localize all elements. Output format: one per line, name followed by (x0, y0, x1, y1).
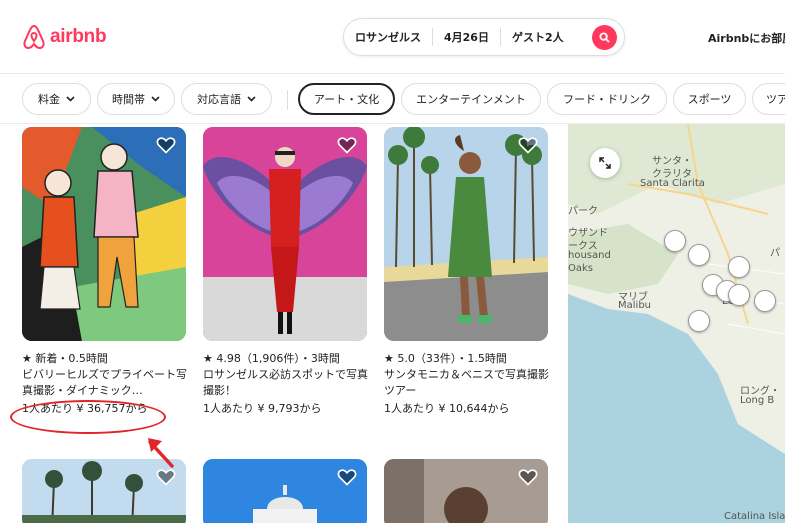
top-header: airbnb ロサンゼルス 4月26日 ゲスト2人 Airbnbにお部屋 (0, 0, 785, 74)
listing-photo[interactable] (384, 459, 548, 523)
search-guests[interactable]: ゲスト2人 (501, 29, 575, 45)
map-pin[interactable] (688, 310, 710, 332)
map-label: Catalina Isla (724, 511, 785, 522)
listing-photo[interactable] (203, 127, 367, 341)
listing-price: 1人あたり ¥ 10,644から (384, 402, 510, 415)
listing-photo[interactable] (203, 459, 367, 523)
filter-bar: 料金 時間帯 対応言語 アート・文化 エンターテインメント フード・ドリンク ス… (0, 74, 785, 124)
expand-map-button[interactable] (590, 148, 620, 178)
heart-icon[interactable] (337, 135, 357, 155)
price-filter-label: 料金 (38, 93, 60, 106)
category-label: スポーツ (687, 93, 732, 106)
listing-photo[interactable] (384, 127, 548, 341)
language-filter-label: 対応言語 (197, 93, 241, 106)
listing-info[interactable]: ★ 5.0（33件）・1.5時間 サンタモニカ＆ベニスで写真撮影ツアー 1人あた… (384, 351, 554, 417)
listing-rating: ★ 4.98（1,906件）・3時間 (203, 352, 340, 365)
map-label: Long B (740, 395, 775, 406)
listing-illustration (22, 127, 186, 341)
heart-icon[interactable] (518, 135, 538, 155)
heart-icon[interactable] (156, 135, 176, 155)
category-label: エンターテインメント (416, 93, 526, 106)
map-label: Malibu (618, 300, 651, 311)
listing-illustration (384, 127, 548, 341)
map-pin[interactable] (728, 256, 750, 278)
chevron-down-icon (66, 96, 75, 102)
map-label: housand (568, 250, 611, 261)
search-date[interactable]: 4月26日 (433, 29, 500, 45)
time-filter[interactable]: 時間帯 (97, 83, 175, 115)
listing-rating: ★ 5.0（33件）・1.5時間 (384, 352, 507, 365)
listing-illustration (203, 127, 367, 341)
heart-icon[interactable] (337, 467, 357, 487)
search-bar[interactable]: ロサンゼルス 4月26日 ゲスト2人 (343, 18, 625, 56)
listing-price: 1人あたり ¥ 9,793から (203, 402, 322, 415)
map-pin[interactable] (664, 230, 686, 252)
price-highlight-ellipse (10, 400, 166, 434)
category-label: フード・ドリンク (563, 93, 651, 106)
price-filter[interactable]: 料金 (22, 83, 91, 115)
category-art-culture[interactable]: アート・文化 (298, 83, 395, 115)
heart-icon[interactable] (518, 467, 538, 487)
annotation-arrow-icon (148, 438, 174, 468)
chevron-down-icon (247, 96, 256, 102)
category-label: ツア (766, 93, 785, 106)
map-pin[interactable] (754, 290, 776, 312)
search-location[interactable]: ロサンゼルス (344, 29, 432, 45)
listing-info[interactable]: ★ 4.98（1,906件）・3時間 ロサンゼルス必訪スポットで写真撮影！ 1人… (203, 351, 373, 417)
listing-title: ビバリーヒルズでプライベート写真撮影・ダイナミック… (22, 368, 187, 397)
map-panel[interactable]: サンタ・ クラリタ Santa Clarita パーク ウザンド ークス hou… (568, 124, 785, 523)
category-food-drink[interactable]: フード・ドリンク (547, 83, 667, 115)
listing-title: ロサンゼルス必訪スポットで写真撮影！ (203, 368, 368, 397)
category-entertainment[interactable]: エンターテインメント (401, 83, 541, 115)
map-pin[interactable] (688, 244, 710, 266)
search-icon (599, 32, 610, 43)
language-filter[interactable]: 対応言語 (181, 83, 272, 115)
listing-photo[interactable] (22, 127, 186, 341)
search-button[interactable] (592, 25, 617, 50)
logo-text: airbnb (50, 26, 107, 47)
airbnb-icon (23, 24, 45, 50)
chevron-down-icon (151, 96, 160, 102)
map-pin[interactable] (728, 284, 750, 306)
map-label: パーク (568, 206, 598, 217)
category-tours[interactable]: ツア (752, 83, 785, 115)
map-label: Oaks (568, 263, 593, 274)
filter-divider (287, 90, 288, 110)
airbnb-logo[interactable]: airbnb (22, 24, 107, 50)
category-sports[interactable]: スポーツ (673, 83, 746, 115)
map-label: パ (770, 248, 780, 259)
expand-icon (599, 157, 611, 169)
category-label: アート・文化 (313, 93, 380, 106)
time-filter-label: 時間帯 (112, 93, 145, 106)
become-host-link[interactable]: Airbnbにお部屋 (708, 30, 785, 46)
listing-rating: ★ 新着・0.5時間 (22, 352, 108, 365)
listing-title: サンタモニカ＆ベニスで写真撮影ツアー (384, 368, 549, 397)
map-label: Santa Clarita (640, 178, 705, 189)
